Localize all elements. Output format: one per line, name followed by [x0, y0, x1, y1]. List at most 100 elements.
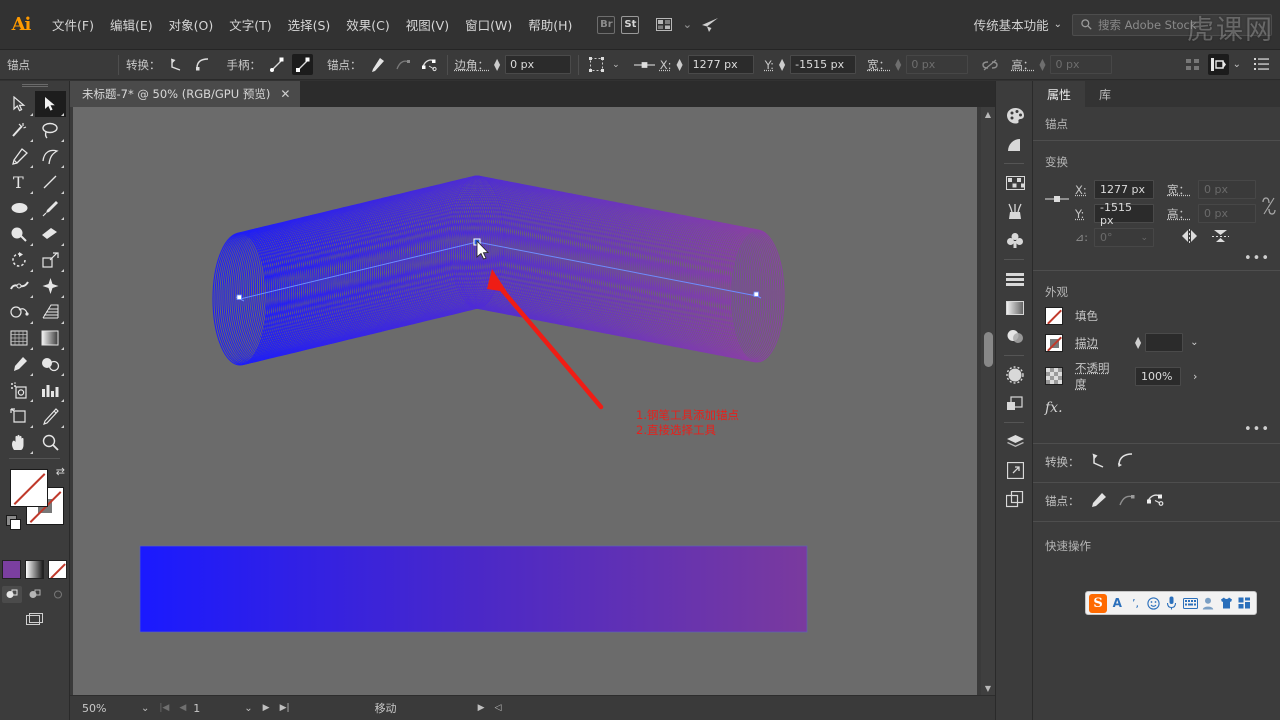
show-handles-icon[interactable]: [1090, 491, 1108, 511]
zoom-chevron-down-icon[interactable]: ⌄: [138, 703, 152, 714]
soft-keyboard-icon[interactable]: [1182, 594, 1198, 613]
voice-icon[interactable]: [1164, 594, 1180, 613]
color-guide-icon[interactable]: [996, 130, 1034, 159]
convert-to-smooth-icon[interactable]: [1117, 452, 1134, 472]
flip-vertical-icon[interactable]: [1212, 229, 1229, 246]
workspace-switcher[interactable]: 传统基本功能 ⌄: [974, 15, 1062, 34]
swatches-icon[interactable]: [996, 168, 1034, 197]
transform-x-input[interactable]: 1277 px: [1094, 180, 1154, 199]
width-tool[interactable]: [4, 273, 35, 299]
magic-wand-tool[interactable]: [4, 117, 35, 143]
type-tool[interactable]: T: [4, 169, 35, 195]
zoom-level[interactable]: 50%: [82, 702, 134, 715]
close-icon[interactable]: ✕: [280, 87, 290, 101]
hide-handles-icon[interactable]: [292, 54, 313, 75]
appearance-more-options-icon[interactable]: •••: [1244, 422, 1270, 437]
next-artboard-icon[interactable]: ▶: [260, 703, 273, 713]
hand-tool[interactable]: [4, 429, 35, 455]
transparency-icon[interactable]: [996, 322, 1034, 351]
document-tab[interactable]: 未标题-7* @ 50% (RGB/GPU 预览) ✕: [70, 81, 302, 107]
anchor-point-tool-icon[interactable]: [419, 54, 440, 75]
artboard-canvas[interactable]: 1.钢笔工具添加锚点 2.直接选择工具: [73, 107, 977, 695]
status-menu-icon[interactable]: ▶: [475, 703, 488, 713]
rotate-tool[interactable]: [4, 247, 35, 273]
vertical-scroll-thumb[interactable]: [984, 332, 993, 367]
menu-effect[interactable]: 效果(C): [338, 11, 397, 38]
tab-properties[interactable]: 属性: [1033, 81, 1086, 107]
mesh-tool[interactable]: [4, 325, 35, 351]
remove-anchor-point-icon[interactable]: [393, 54, 414, 75]
draw-behind-button[interactable]: [25, 586, 45, 603]
zoom-tool[interactable]: [35, 429, 66, 455]
user-icon[interactable]: [1200, 594, 1216, 613]
eraser-tool[interactable]: [35, 221, 66, 247]
punctuation-icon[interactable]: ʼ,: [1127, 594, 1143, 613]
artboard-tool[interactable]: [4, 403, 35, 429]
ellipse-tool[interactable]: [4, 195, 35, 221]
paper-plane-icon[interactable]: [699, 15, 721, 35]
reference-point-widget[interactable]: [1045, 180, 1069, 204]
first-artboard-icon[interactable]: |◀: [156, 703, 172, 713]
x-input[interactable]: 1277 px: [687, 55, 754, 74]
artboards-icon[interactable]: [996, 456, 1034, 485]
selection-tool[interactable]: [4, 91, 35, 117]
draw-inside-button[interactable]: [48, 586, 68, 603]
fill-swatch[interactable]: [10, 469, 48, 507]
align-icon[interactable]: [1207, 54, 1229, 75]
asset-export-icon[interactable]: [996, 485, 1034, 514]
stroke-weight-input[interactable]: [1145, 333, 1184, 352]
sogou-input-toolbar[interactable]: S A ʼ,: [1085, 591, 1257, 615]
swap-fill-stroke-icon[interactable]: ⇄: [56, 465, 65, 478]
chevron-down-icon[interactable]: ⌄: [1190, 337, 1198, 348]
menu-help[interactable]: 帮助(H): [520, 11, 580, 38]
chevron-down-icon[interactable]: ⌄: [612, 60, 620, 70]
gradient-tool[interactable]: [35, 325, 66, 351]
gradient-swatch-button[interactable]: [25, 560, 44, 579]
fx-button[interactable]: fx.: [1045, 400, 1063, 416]
y-input[interactable]: -1515 px: [790, 55, 857, 74]
opacity-input[interactable]: 100%: [1135, 366, 1181, 386]
gradient-panel-icon[interactable]: [996, 293, 1034, 322]
opacity-options-icon[interactable]: ›: [1193, 370, 1197, 383]
transform-more-options-icon[interactable]: •••: [1244, 251, 1270, 266]
stock-icon[interactable]: St: [621, 15, 640, 34]
broken-link-icon[interactable]: [979, 54, 1000, 75]
search-adobe-stock[interactable]: 搜索 Adobe Stock: [1072, 13, 1272, 36]
none-swatch-button[interactable]: [48, 560, 67, 579]
input-mode-icon[interactable]: A: [1109, 594, 1125, 613]
scroll-down-icon[interactable]: ▼: [981, 681, 995, 695]
artboard-chevron-down-icon[interactable]: ⌄: [241, 703, 255, 714]
tab-libraries[interactable]: 库: [1085, 81, 1125, 107]
align-panel-icon[interactable]: [996, 264, 1034, 293]
stroke-panel-icon[interactable]: [996, 360, 1034, 389]
chevron-down-icon[interactable]: ⌄: [1140, 233, 1148, 243]
blend-tool[interactable]: [35, 351, 66, 377]
panel-grip[interactable]: [0, 81, 69, 91]
menu-type[interactable]: 文字(T): [221, 11, 279, 38]
arrange-documents-icon[interactable]: [653, 15, 675, 35]
chevron-down-icon[interactable]: ⌄: [681, 15, 693, 35]
symbols-icon[interactable]: [996, 226, 1034, 255]
perspective-grid-tool[interactable]: [35, 299, 66, 325]
hide-handles-icon[interactable]: [1118, 491, 1136, 511]
direct-selection-tool[interactable]: [34, 91, 66, 117]
color-panel-icon[interactable]: [996, 101, 1034, 130]
broken-link-icon[interactable]: [1262, 180, 1276, 216]
corner-input[interactable]: 0 px: [505, 55, 572, 74]
convert-to-smooth-icon[interactable]: [192, 54, 213, 75]
menu-window[interactable]: 窗口(W): [457, 11, 520, 38]
column-graph-tool[interactable]: [35, 377, 66, 403]
reference-point-icon[interactable]: [586, 54, 607, 75]
appearance-fill-swatch[interactable]: [1045, 307, 1063, 325]
show-handles-icon[interactable]: [266, 54, 287, 75]
shape-builder-tool[interactable]: [4, 299, 35, 325]
sogou-logo-icon[interactable]: S: [1089, 593, 1108, 613]
slice-tool[interactable]: [35, 403, 66, 429]
stroke-weight-stepper[interactable]: ▲ ▼: [1135, 335, 1141, 349]
appearance-stroke-swatch[interactable]: [1045, 333, 1063, 352]
scale-tool[interactable]: [35, 247, 66, 273]
gradient-rectangle[interactable]: [140, 546, 807, 632]
convert-to-corner-icon[interactable]: [166, 54, 187, 75]
status-resize-icon[interactable]: ◁: [491, 703, 504, 713]
transform-grid-icon[interactable]: [1183, 54, 1204, 75]
